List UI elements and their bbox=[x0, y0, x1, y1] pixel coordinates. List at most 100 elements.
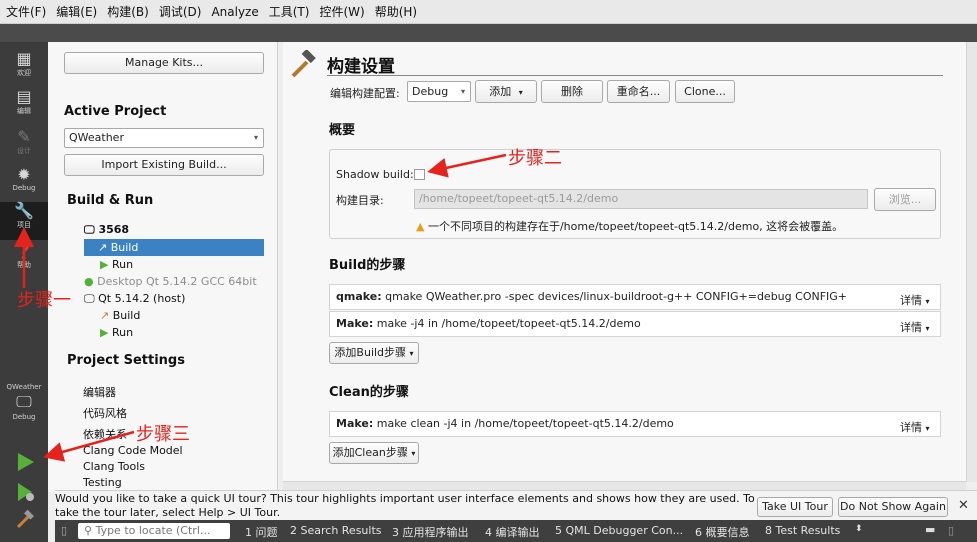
chevron-down-icon: ▾ bbox=[518, 88, 523, 97]
close-icon[interactable]: ✕ bbox=[958, 498, 969, 513]
help-icon: ❓ bbox=[14, 241, 34, 260]
chevron-down-icon: ▾ bbox=[253, 133, 258, 142]
tree-item-build[interactable]: ↗ Build bbox=[84, 239, 264, 256]
chevron-down-icon: ▾ bbox=[411, 449, 416, 458]
active-project-combo[interactable]: QWeather ▾ bbox=[64, 128, 264, 148]
manage-kits-button[interactable]: Manage Kits... bbox=[64, 52, 264, 74]
take-ui-tour-button[interactable]: Take UI Tour bbox=[757, 497, 833, 517]
import-existing-build-button[interactable]: Import Existing Build... bbox=[64, 154, 264, 176]
menu-debug[interactable]: 调试(D) bbox=[159, 3, 202, 20]
tree-item-build-host[interactable]: ↗ Build bbox=[100, 309, 140, 322]
mode-debug[interactable]: ✹ Debug bbox=[0, 166, 48, 204]
mode-design[interactable]: ✎ 设计 bbox=[0, 128, 48, 166]
chevron-down-icon: ▾ bbox=[925, 324, 930, 333]
kit-desktop[interactable]: ● Desktop Qt 5.14.2 GCC 64bit bbox=[84, 275, 257, 288]
clean-details-button[interactable]: 详情 ▾ bbox=[900, 419, 930, 435]
ui-tour-message: Would you like to take a quick UI tour? … bbox=[55, 492, 755, 519]
sidebar-toggle-icon[interactable]: ▯ bbox=[61, 524, 67, 537]
pane-search-results[interactable]: 2 Search Results bbox=[290, 524, 382, 537]
qmake-step[interactable]: qmake: qmake QWeather.pro -spec devices/… bbox=[329, 284, 941, 310]
shadow-build-checkbox[interactable] bbox=[414, 169, 425, 180]
settings-editor[interactable]: 编辑器 bbox=[83, 384, 116, 400]
pen-icon: ✎ bbox=[17, 127, 31, 146]
add-clean-step-button[interactable]: 添加Clean步骤 ▾ bbox=[329, 442, 419, 464]
clean-step[interactable]: Make: make clean -j4 in /home/topeet/top… bbox=[329, 411, 941, 437]
pane-compile-output[interactable]: 4 编译输出 bbox=[485, 524, 540, 540]
locator-input[interactable]: ⚲ Type to locate (Ctrl... bbox=[78, 523, 230, 539]
build-run-heading: Build & Run bbox=[67, 193, 154, 208]
pane-qml-debugger[interactable]: 5 QML Debugger Con... bbox=[555, 524, 683, 537]
debug-run-icon[interactable] bbox=[14, 481, 36, 503]
menu-analyze[interactable]: Analyze bbox=[211, 5, 258, 19]
menu-widgets[interactable]: 控件(W) bbox=[319, 3, 364, 20]
page-title: 构建设置 bbox=[327, 57, 395, 77]
pane-issues[interactable]: 1 问题 bbox=[245, 524, 278, 540]
warning-icon: ▲ bbox=[416, 220, 425, 233]
overview-group: Shadow build: 构建目录: /home/topeet/topeet-… bbox=[329, 149, 941, 239]
hammer-icon bbox=[291, 50, 316, 78]
pane-general-messages[interactable]: 6 概要信息 bbox=[695, 524, 750, 540]
monitor-icon: 🖵 bbox=[84, 223, 95, 236]
hammer-icon: ↗ bbox=[98, 241, 108, 254]
active-project-heading: Active Project bbox=[64, 104, 167, 119]
clone-config-button[interactable]: Clone... bbox=[675, 80, 735, 103]
kit-host[interactable]: 🖵 Qt 5.14.2 (host) bbox=[84, 292, 185, 306]
vertical-scrollbar[interactable] bbox=[966, 42, 977, 482]
menu-help[interactable]: 帮助(H) bbox=[375, 3, 417, 20]
overwrite-warning: ▲ 一个不同项目的构建存在于/home/topeet/topeet-qt5.14… bbox=[416, 220, 844, 233]
play-icon: ▶ bbox=[100, 258, 109, 271]
kit-status-icon: ● bbox=[84, 275, 94, 288]
top-toolbar-strip bbox=[0, 24, 977, 42]
mode-edit[interactable]: ▤ 编辑 bbox=[0, 88, 48, 126]
pane-app-output[interactable]: 3 应用程序输出 bbox=[392, 524, 469, 540]
annotation-step3: 步骤三 bbox=[136, 424, 190, 445]
add-build-step-button[interactable]: 添加Build步骤 ▾ bbox=[329, 342, 419, 364]
settings-testing[interactable]: Testing bbox=[83, 476, 122, 489]
kit-project-name: QWeather bbox=[6, 383, 42, 391]
menu-file[interactable]: 文件(F) bbox=[6, 3, 46, 20]
search-icon: ⚲ bbox=[84, 524, 93, 537]
settings-code-style[interactable]: 代码风格 bbox=[83, 405, 127, 421]
pane-test-results[interactable]: 8 Test Results bbox=[765, 524, 840, 537]
chevron-down-icon: ▾ bbox=[925, 424, 930, 433]
chevron-down-icon: ▾ bbox=[409, 349, 414, 358]
horizontal-scrollbar[interactable] bbox=[283, 481, 966, 490]
settings-clang-tools[interactable]: Clang Tools bbox=[83, 460, 145, 473]
tree-item-run[interactable]: ▶ Run bbox=[100, 258, 133, 271]
mode-projects[interactable]: 🔧 项目 bbox=[0, 202, 48, 240]
mode-help[interactable]: ❓ 帮助 bbox=[0, 242, 48, 280]
ui-tour-bar: Would you like to take a quick UI tour? … bbox=[55, 490, 977, 520]
build-config-label: 编辑构建配置: bbox=[330, 87, 400, 100]
menu-edit[interactable]: 编辑(E) bbox=[56, 3, 97, 20]
menu-tools[interactable]: 工具(T) bbox=[269, 3, 310, 20]
tree-item-run-host[interactable]: ▶ Run bbox=[100, 326, 133, 339]
make-details-button[interactable]: 详情 ▾ bbox=[900, 319, 930, 335]
document-icon: ▤ bbox=[16, 87, 32, 106]
build-hammer-icon[interactable] bbox=[14, 509, 36, 531]
menu-bar: 文件(F) 编辑(E) 构建(B) 调试(D) Analyze 工具(T) 控件… bbox=[0, 0, 977, 24]
run-icon[interactable] bbox=[14, 451, 36, 473]
sidebar-right-toggle-icon[interactable]: ▯ bbox=[948, 524, 954, 537]
mode-welcome[interactable]: ▦ 欢迎 bbox=[0, 50, 48, 88]
kit-build-mode: Debug bbox=[12, 413, 36, 421]
grid-icon: ▦ bbox=[16, 49, 32, 68]
chevron-down-icon: ▾ bbox=[925, 297, 930, 306]
do-not-show-again-button[interactable]: Do Not Show Again bbox=[838, 497, 948, 517]
build-config-combo[interactable]: Debug ▾ bbox=[407, 81, 471, 102]
add-config-button[interactable]: 添加 ▾ bbox=[475, 80, 537, 103]
progress-icon[interactable]: ▬ bbox=[925, 523, 935, 536]
delete-config-button[interactable]: 删除 bbox=[541, 80, 603, 103]
chevron-up-down-icon[interactable]: ⬍ bbox=[855, 524, 863, 534]
settings-dependencies[interactable]: 依赖关系 bbox=[83, 426, 127, 442]
kit-3568[interactable]: 🖵 3568 bbox=[84, 223, 129, 237]
build-dir-field[interactable]: /home/topeet/topeet-qt5.14.2/demo bbox=[414, 189, 868, 209]
rename-config-button[interactable]: 重命名... bbox=[607, 80, 670, 103]
project-settings-heading: Project Settings bbox=[67, 353, 185, 368]
make-step[interactable]: Make: make -j4 in /home/topeet/topeet-qt… bbox=[329, 311, 941, 337]
browse-button[interactable]: 浏览... bbox=[874, 188, 936, 211]
menu-build[interactable]: 构建(B) bbox=[107, 3, 149, 20]
build-settings-page: 构建设置 编辑构建配置: Debug ▾ 添加 ▾ 删除 重命名... Clon… bbox=[283, 42, 977, 482]
annotation-step1: 步骤一 bbox=[17, 290, 71, 311]
kit-selector[interactable]: QWeather 🖵 Debug bbox=[0, 383, 48, 421]
qmake-details-button[interactable]: 详情 ▾ bbox=[900, 292, 930, 308]
